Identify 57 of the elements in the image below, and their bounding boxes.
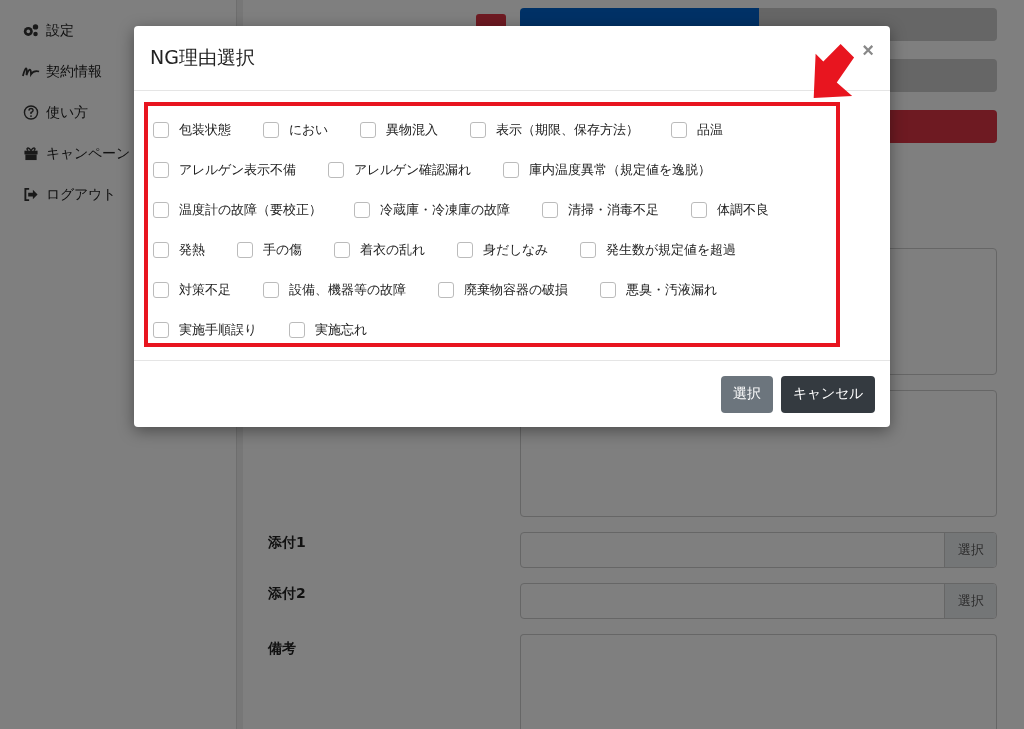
checkbox-label[interactable]: 表示（期限、保存方法） [496, 121, 639, 139]
checkbox-label[interactable]: 実施手順誤り [179, 321, 257, 339]
checkbox[interactable] [153, 162, 169, 178]
checkbox[interactable] [328, 162, 344, 178]
checkbox[interactable] [470, 122, 486, 138]
checkbox-label[interactable]: 体調不良 [717, 201, 769, 219]
checkbox-label[interactable]: におい [289, 121, 328, 139]
cancel-button[interactable]: キャンセル [781, 375, 875, 413]
checkbox[interactable] [542, 202, 558, 218]
select-button[interactable]: 選択 [721, 375, 773, 413]
checkbox[interactable] [671, 122, 687, 138]
checkbox-label[interactable]: 身だしなみ [483, 241, 548, 259]
checkbox[interactable] [334, 242, 350, 258]
checkbox-label[interactable]: 包装状態 [179, 121, 231, 139]
checkbox-label[interactable]: 実施忘れ [315, 321, 367, 339]
gift-icon [22, 146, 40, 161]
checkbox[interactable] [457, 242, 473, 258]
checkbox[interactable] [153, 122, 169, 138]
checkbox[interactable] [580, 242, 596, 258]
checkbox[interactable] [360, 122, 376, 138]
checkbox-label[interactable]: 手の傷 [263, 241, 302, 259]
checkbox-label[interactable]: 悪臭・汚液漏れ [626, 281, 717, 299]
checkbox-label[interactable]: 発生数が規定値を超過 [606, 241, 736, 259]
checkbox[interactable] [354, 202, 370, 218]
field-label: 添付1 [268, 533, 306, 552]
checkbox-label[interactable]: 冷蔵庫・冷凍庫の故障 [380, 201, 510, 219]
checkbox[interactable] [600, 282, 616, 298]
checkbox[interactable] [691, 202, 707, 218]
gear-icon [22, 23, 40, 38]
checkbox-label[interactable]: 発熱 [179, 241, 205, 259]
checkbox[interactable] [263, 122, 279, 138]
checkbox-label[interactable]: アレルゲン表示不備 [179, 161, 296, 179]
checkbox[interactable] [289, 322, 305, 338]
checkbox[interactable] [153, 242, 169, 258]
checkbox[interactable] [503, 162, 519, 178]
close-button[interactable]: × [862, 40, 874, 60]
question-icon [22, 105, 40, 120]
field-label: 備考 [268, 639, 296, 658]
checkbox[interactable] [237, 242, 253, 258]
checkbox-label[interactable]: 設備、機器等の故障 [289, 281, 406, 299]
checkbox-label[interactable]: 庫内温度異常（規定値を逸脱） [529, 161, 711, 179]
checkbox[interactable] [438, 282, 454, 298]
checkbox[interactable] [153, 322, 169, 338]
modal-title: NG理由選択 [150, 45, 255, 70]
checkbox-label[interactable]: 品温 [697, 121, 723, 139]
checkbox-label[interactable]: 清掃・消毒不足 [568, 201, 659, 219]
logout-icon [22, 187, 40, 202]
checkbox-label[interactable]: アレルゲン確認漏れ [354, 161, 471, 179]
checkbox-label[interactable]: 着衣の乱れ [360, 241, 425, 259]
checkbox[interactable] [263, 282, 279, 298]
checkbox[interactable] [153, 282, 169, 298]
field-label: 添付2 [268, 584, 306, 603]
checkbox-label[interactable]: 対策不足 [179, 281, 231, 299]
checkbox-label[interactable]: 異物混入 [386, 121, 438, 139]
checkbox-label[interactable]: 廃棄物容器の破損 [464, 281, 568, 299]
checkbox-label[interactable]: 温度計の故障（要校正） [179, 201, 322, 219]
checkbox[interactable] [153, 202, 169, 218]
